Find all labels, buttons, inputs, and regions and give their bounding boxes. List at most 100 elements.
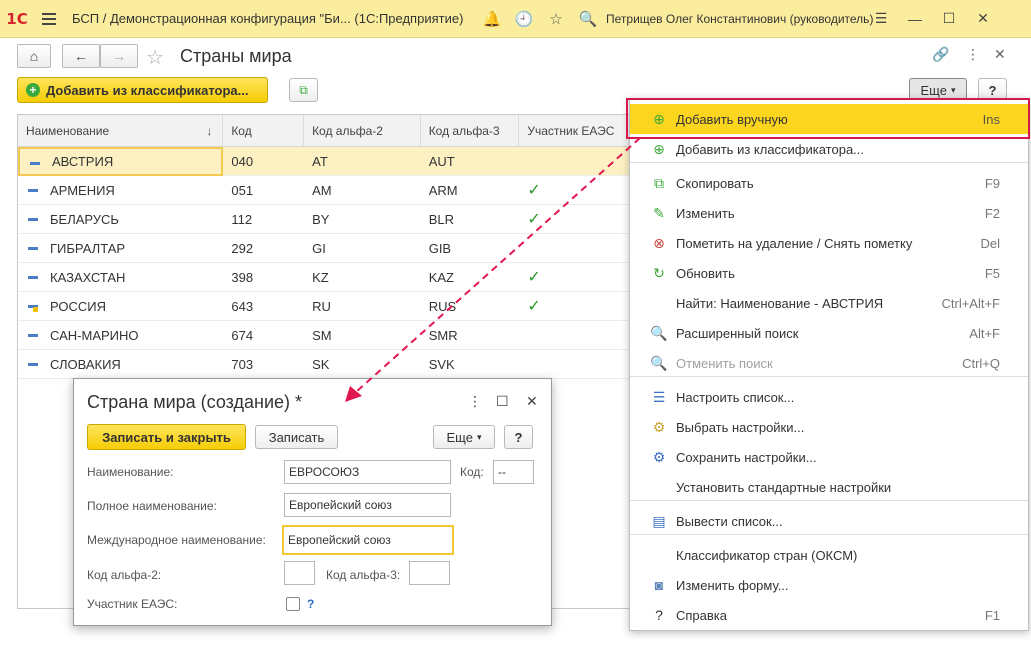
name-label: Наименование:: [87, 465, 174, 479]
table-row[interactable]: АВСТРИЯ 040 AT AUT: [18, 146, 629, 176]
name-field[interactable]: ЕВРОСОЮЗ: [284, 460, 451, 484]
plus-circle-icon: +: [26, 83, 40, 97]
table-cell-name: САН-МАРИНО: [18, 321, 223, 350]
cell-text: 398: [231, 269, 254, 285]
catalog-item-icon: [28, 188, 38, 192]
pencil-icon: ✎: [653, 204, 665, 221]
maximize-icon[interactable]: ☐: [932, 0, 966, 38]
menu-item-mark-deletion[interactable]: ⊗ Пометить на удаление / Снять пометку Del: [630, 228, 1028, 258]
copy-icon: ⧉: [654, 174, 664, 191]
dialog-close-icon[interactable]: ✕: [526, 393, 538, 410]
menu-item-help[interactable]: ? Справка F1: [630, 600, 1028, 630]
intl-name-field[interactable]: Европейский союз: [282, 525, 454, 555]
menu-item-label: Найти: Наименование - АВСТРИЯ: [676, 295, 884, 311]
arrow-right-icon: →: [112, 48, 126, 64]
minimize-icon[interactable]: —: [898, 0, 932, 38]
home-button[interactable]: ⌂: [17, 44, 51, 68]
user-name[interactable]: Петрищев Олег Константинович (руководите…: [606, 12, 873, 26]
table-cell-code: 112: [223, 205, 304, 234]
menu-item-configure-list[interactable]: ☰ Настроить список...: [630, 382, 1028, 412]
table-row[interactable]: РОССИЯ 643 RU RUS ✓: [18, 292, 629, 321]
menu-item-label: Справка: [676, 607, 727, 623]
save-button[interactable]: Записать: [255, 425, 338, 449]
intl-name-label: Международное наименование:: [87, 533, 266, 547]
menu-item-change-form[interactable]: ◙ Изменить форму...: [630, 570, 1028, 600]
full-name-label: Полное наименование:: [87, 499, 217, 513]
full-name-field[interactable]: Европейский союз: [284, 493, 451, 517]
menu-item-save-settings[interactable]: ⚙ Сохранить настройки...: [630, 442, 1028, 472]
cell-text: 292: [231, 240, 254, 256]
cell-text: SVK: [428, 356, 455, 372]
dialog-more-icon[interactable]: ⋮: [468, 393, 482, 410]
table-row[interactable]: АРМЕНИЯ 051 AM ARM ✓: [18, 176, 629, 205]
alpha3-field[interactable]: [409, 561, 450, 585]
dialog-maximize-icon[interactable]: ☐: [496, 393, 509, 410]
menu-item-select-settings[interactable]: ⚙ Выбрать настройки...: [630, 412, 1028, 442]
table-row[interactable]: ГИБРАЛТАР 292 GI GIB: [18, 234, 629, 263]
table-cell-a2: KZ: [304, 263, 421, 292]
link-icon[interactable]: 🔗: [932, 46, 949, 63]
more-vertical-icon[interactable]: ⋮: [966, 46, 980, 63]
column-header-eaeu[interactable]: Участник ЕАЭС: [519, 115, 629, 146]
dialog-more-button[interactable]: Еще ▾: [433, 425, 495, 449]
cell-text: SM: [312, 327, 332, 343]
table-cell-code: 674: [223, 321, 304, 350]
more-label: Еще: [920, 82, 947, 98]
save-and-close-button[interactable]: Записать и закрыть: [87, 424, 246, 450]
table-row[interactable]: БЕЛАРУСЬ 112 BY BLR ✓: [18, 205, 629, 234]
menu-item-set-standard-settings[interactable]: Установить стандартные настройки: [630, 472, 1028, 502]
cell-text: GIB: [428, 240, 452, 256]
cell-text: РОССИЯ: [50, 298, 107, 314]
add-from-classifier-button[interactable]: + Добавить из классификатора...: [17, 77, 268, 103]
form-close-icon[interactable]: ✕: [994, 46, 1006, 63]
cell-text: 040: [231, 153, 254, 169]
checkmark-icon: ✓: [527, 269, 541, 286]
menu-item-find-by-name[interactable]: Найти: Наименование - АВСТРИЯ Ctrl+Alt+F: [630, 288, 1028, 318]
menu-item-shortcut: F1: [984, 607, 1000, 623]
menu-item-edit[interactable]: ✎ Изменить F2: [630, 198, 1028, 228]
plus-circle-icon: ⊕: [653, 140, 665, 157]
menu-item-label: Выбрать настройки...: [676, 419, 805, 435]
code-field[interactable]: --: [493, 460, 534, 484]
forward-button[interactable]: →: [100, 44, 138, 68]
settings-menu-icon[interactable]: ☰: [864, 0, 898, 38]
menu-item-label: Изменить форму...: [676, 577, 789, 593]
table-cell-a2: GI: [304, 234, 421, 263]
close-icon[interactable]: ✕: [966, 0, 1000, 38]
menu-item-refresh[interactable]: ↻ Обновить F5: [630, 258, 1028, 288]
table-cell-a3: AUT: [421, 147, 520, 176]
catalog-item-icon: [28, 333, 38, 337]
menu-item-label: Скопировать: [676, 175, 754, 191]
menu-item-advanced-search[interactable]: 🔍 Расширенный поиск Alt+F: [630, 318, 1028, 348]
copy-button[interactable]: ⧉: [289, 78, 318, 102]
table-cell-a2: SM: [304, 321, 421, 350]
eaeu-checkbox[interactable]: [286, 597, 300, 611]
table-cell-a2: AM: [304, 176, 421, 205]
table-row[interactable]: СЛОВАКИЯ 703 SK SVK: [18, 350, 629, 379]
history-icon[interactable]: 🕘: [508, 0, 540, 38]
table-row[interactable]: КАЗАХСТАН 398 KZ KAZ ✓: [18, 263, 629, 292]
menu-item-copy[interactable]: ⧉ Скопировать F9: [630, 168, 1028, 198]
column-header-alpha2[interactable]: Код альфа-2: [304, 115, 421, 146]
back-button[interactable]: ←: [62, 44, 100, 68]
menu-item-country-classifier[interactable]: Классификатор стран (ОКСМ): [630, 540, 1028, 570]
main-menu-icon[interactable]: [34, 12, 64, 25]
dialog-help-button[interactable]: ?: [504, 425, 533, 449]
column-header-name[interactable]: Наименование ↓: [18, 115, 224, 146]
menu-item-output-list[interactable]: ▤ Вывести список...: [630, 506, 1028, 536]
menu-item-cancel-search[interactable]: 🔍 Отменить поиск Ctrl+Q: [630, 348, 1028, 378]
column-header-code[interactable]: Код: [223, 115, 305, 146]
favorites-star-icon[interactable]: ☆: [540, 0, 572, 38]
table-cell-eaeu: [519, 321, 629, 350]
bell-icon[interactable]: 🔔: [476, 0, 508, 38]
eaeu-label: Участник ЕАЭС:: [87, 597, 178, 611]
cell-text: АВСТРИЯ: [52, 153, 114, 169]
search-icon[interactable]: 🔍: [572, 0, 604, 38]
delete-mark-icon: ⊗: [653, 234, 665, 251]
alpha2-field[interactable]: [284, 561, 315, 585]
eaeu-help-link[interactable]: ?: [307, 597, 314, 611]
menu-item-shortcut: Alt+F: [969, 325, 1000, 341]
column-header-alpha3[interactable]: Код альфа-3: [421, 115, 520, 146]
table-row[interactable]: САН-МАРИНО 674 SM SMR: [18, 321, 629, 350]
favorite-star-icon[interactable]: ☆: [146, 45, 164, 70]
